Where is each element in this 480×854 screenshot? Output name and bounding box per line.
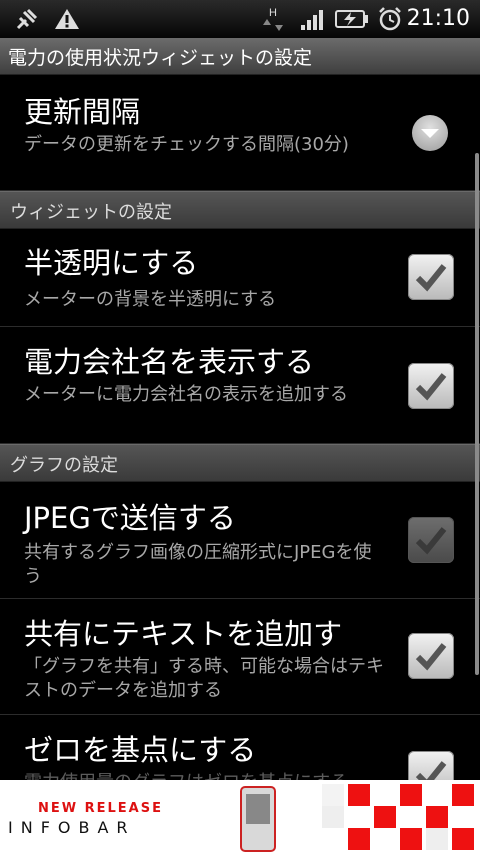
add-text-checkbox[interactable]: [408, 633, 454, 679]
chevron-down-icon: [421, 129, 439, 138]
setting-send-jpeg[interactable]: JPEGで送信する 共有するグラフ画像の圧縮形式にJPEGを使う: [0, 481, 480, 599]
section-header-label: ウィジェットの設定: [10, 202, 172, 223]
network-type-label: H: [269, 7, 277, 19]
checkmark-icon: [415, 643, 447, 671]
status-time: 21:10: [406, 6, 470, 31]
title-bar: 電力の使用状況ウィジェットの設定: [0, 38, 480, 75]
ad-tagline: NEW RELEASE: [38, 801, 163, 816]
setting-summary: 「グラフを共有」する時、可能な場合はテキストのデータを追加する: [24, 656, 384, 701]
setting-summary: メーターに電力会社名の表示を追加する: [24, 384, 348, 405]
checkmark-icon: [415, 527, 447, 555]
data-transfer-icon: H: [260, 5, 286, 33]
setting-summary: 電力使用量のグラフはゼロを基点にする: [24, 771, 384, 780]
dropdown-button[interactable]: [412, 115, 448, 151]
setting-title: 共有にテキストを追加す: [24, 617, 343, 651]
setting-title: 半透明にする: [24, 246, 199, 280]
setting-title: 電力会社名を表示する: [24, 345, 315, 379]
show-company-name-checkbox[interactable]: [408, 363, 454, 409]
setting-title: JPEGで送信する: [24, 501, 236, 535]
setting-summary: メーターの背景を半透明にする: [24, 289, 277, 310]
section-header-widget: ウィジェットの設定: [0, 191, 480, 229]
checkmark-icon: [415, 373, 447, 401]
setting-update-interval[interactable]: 更新間隔 データの更新をチェックする間隔(30分): [0, 75, 480, 191]
checkmark-icon: [415, 264, 447, 292]
battery-charging-icon: [334, 5, 370, 33]
semi-transparent-checkbox[interactable]: [408, 254, 454, 300]
setting-summary: 共有するグラフ画像の圧縮形式にJPEGを使う: [24, 542, 372, 587]
phone-image: [240, 786, 276, 852]
setting-title: 更新間隔: [24, 95, 141, 129]
setting-semi-transparent[interactable]: 半透明にする メーターの背景を半透明にする: [0, 228, 480, 327]
page-title: 電力の使用状況ウィジェットの設定: [8, 47, 313, 69]
section-header-graph: グラフの設定: [0, 444, 480, 482]
send-jpeg-checkbox[interactable]: [408, 517, 454, 563]
setting-title: ゼロを基点にする: [24, 733, 257, 767]
ad-brand: INFOBAR: [8, 818, 136, 837]
setting-summary: データの更新をチェックする間隔(30分): [24, 134, 349, 155]
ad-banner[interactable]: NEW RELEASE INFOBAR: [0, 780, 480, 854]
status-bar: H 21:10: [0, 0, 480, 39]
usb-debug-icon: [12, 5, 42, 33]
section-header-label: グラフの設定: [10, 455, 118, 476]
checkmark-icon: [415, 761, 447, 780]
setting-add-text-to-share[interactable]: 共有にテキストを追加す 「グラフを共有」する時、可能な場合はテキストのデータを追…: [0, 599, 480, 715]
zero-baseline-checkbox[interactable]: [408, 751, 454, 780]
alarm-icon: [376, 5, 404, 33]
settings-list[interactable]: 更新間隔 データの更新をチェックする間隔(30分) ウィジェットの設定 半透明に…: [0, 75, 480, 780]
scrollbar[interactable]: [475, 153, 479, 675]
setting-zero-baseline[interactable]: ゼロを基点にする 電力使用量のグラフはゼロを基点にする: [0, 715, 480, 780]
signal-icon: [298, 5, 326, 33]
checker-pattern: [322, 780, 480, 854]
warning-icon: [52, 5, 82, 33]
setting-show-company-name[interactable]: 電力会社名を表示する メーターに電力会社名の表示を追加する: [0, 327, 480, 444]
